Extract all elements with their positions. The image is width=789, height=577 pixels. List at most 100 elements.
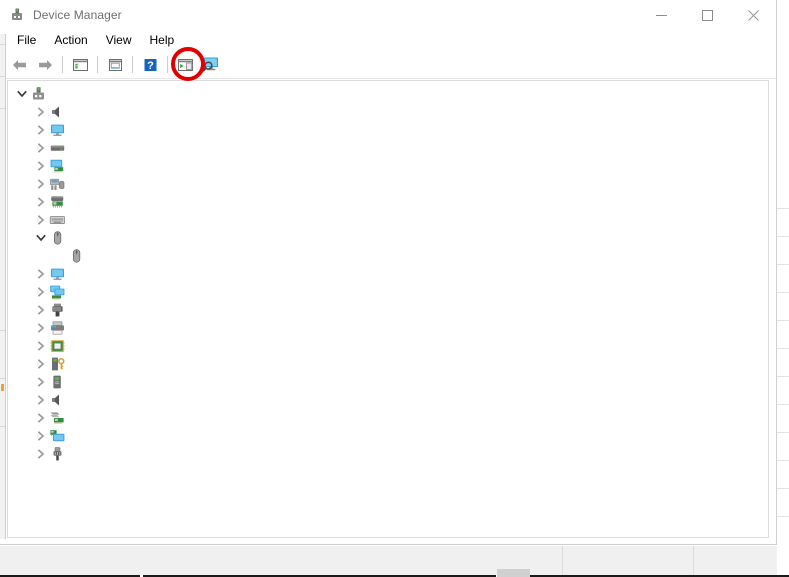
chevron-right-icon[interactable] [33, 212, 49, 228]
speaker-icon [49, 104, 66, 120]
show-hide-tree-button[interactable] [67, 53, 93, 77]
printer-icon [49, 320, 66, 336]
toolbar-separator [132, 56, 133, 73]
tree-item-network-adapters[interactable] [8, 283, 768, 301]
help-question-icon: ? [144, 58, 156, 72]
forward-arrow-icon [38, 59, 52, 70]
toolbar-separator [62, 56, 63, 73]
monitor-icon [49, 122, 66, 138]
background-window-right [776, 0, 789, 545]
chevron-right-icon[interactable] [33, 410, 49, 426]
back-button[interactable] [6, 53, 32, 77]
tree-item-keyboards[interactable] [8, 211, 768, 229]
tree-child-mouse-device[interactable] [8, 247, 768, 265]
tree-item-software-devices[interactable] [8, 373, 768, 391]
status-panel-two [563, 546, 694, 575]
tree-item-storage-controllers[interactable] [8, 409, 768, 427]
chevron-down-icon[interactable] [14, 86, 30, 102]
chevron-right-icon[interactable] [33, 284, 49, 300]
title-bar[interactable]: Device Manager [0, 0, 776, 30]
tree-item-network-card[interactable] [8, 193, 768, 211]
chevron-right-icon[interactable] [33, 266, 49, 282]
tree-item-sound-controllers[interactable] [8, 391, 768, 409]
menu-help[interactable]: Help [141, 31, 184, 50]
tree-item-display-1[interactable] [8, 121, 768, 139]
tree-item-audio[interactable] [8, 103, 768, 121]
window-controls [638, 0, 776, 30]
chevron-down-icon[interactable] [33, 230, 49, 246]
tree-root-computer[interactable] [8, 85, 768, 103]
mouse-icon [49, 230, 66, 246]
menu-bar: File Action View Help [0, 30, 776, 51]
properties-button[interactable] [102, 53, 128, 77]
display-adapter-icon [49, 158, 66, 174]
usb-icon [49, 446, 66, 462]
tree-item-print-queues[interactable] [8, 319, 768, 337]
tree-item-ports[interactable] [8, 301, 768, 319]
mouse-icon [68, 248, 85, 264]
chevron-right-icon[interactable] [33, 158, 49, 174]
tree-item-monitors[interactable] [8, 265, 768, 283]
chevron-right-icon[interactable] [33, 176, 49, 192]
chevron-right-icon[interactable] [33, 194, 49, 210]
chevron-right-icon[interactable] [33, 140, 49, 156]
close-button[interactable] [730, 0, 776, 30]
tree-item-usb-controllers[interactable] [8, 445, 768, 463]
chevron-right-icon[interactable] [33, 446, 49, 462]
status-panel-main [0, 546, 563, 575]
tree-pane-icon [72, 58, 88, 71]
chevron-right-icon[interactable] [33, 320, 49, 336]
tree-item-mice[interactable] [8, 229, 768, 247]
disk-drive-icon [49, 140, 66, 156]
chevron-right-icon[interactable] [33, 374, 49, 390]
tree-item-display-adapters[interactable] [8, 157, 768, 175]
chevron-right-icon[interactable] [33, 302, 49, 318]
chevron-right-icon[interactable] [33, 428, 49, 444]
security-key-icon [49, 356, 66, 372]
status-bar [0, 545, 777, 575]
tree-item-processors[interactable] [8, 337, 768, 355]
storage-controller-icon [49, 410, 66, 426]
menu-action[interactable]: Action [45, 31, 96, 50]
software-device-icon [49, 374, 66, 390]
minimize-button[interactable] [638, 0, 684, 30]
tree-item-disk-drives[interactable] [8, 139, 768, 157]
scan-monitor-icon [202, 57, 218, 72]
menu-file[interactable]: File [8, 31, 45, 50]
chevron-right-icon[interactable] [33, 104, 49, 120]
update-driver-icon [177, 58, 193, 71]
tree-item-hid[interactable] [8, 175, 768, 193]
toolbar-separator [167, 56, 168, 73]
maximize-button[interactable] [684, 0, 730, 30]
chevron-right-icon[interactable] [33, 122, 49, 138]
status-panel-three [694, 546, 777, 575]
hid-devices-icon [49, 176, 66, 192]
chevron-right-icon[interactable] [33, 356, 49, 372]
menu-view[interactable]: View [97, 31, 141, 50]
port-connector-icon [49, 302, 66, 318]
tree-item-security-devices[interactable] [8, 355, 768, 373]
left-sliver-marker [1, 384, 4, 391]
chevron-right-icon[interactable] [33, 338, 49, 354]
help-button[interactable]: ? [137, 53, 163, 77]
computer-icon [30, 86, 47, 102]
device-tree-pane[interactable] [7, 80, 769, 538]
processor-icon [49, 338, 66, 354]
taskbar-thumb [497, 569, 530, 577]
forward-button[interactable] [32, 53, 58, 77]
network-card-icon [49, 194, 66, 210]
speaker-icon [49, 392, 66, 408]
chevron-right-icon[interactable] [33, 392, 49, 408]
device-manager-icon [9, 7, 25, 23]
screen: Device Manager File Action View Help ? [0, 0, 789, 577]
tree-item-system-devices[interactable] [8, 427, 768, 445]
background-window-left [0, 34, 6, 539]
update-driver-button[interactable] [172, 53, 198, 77]
properties-icon [108, 58, 122, 71]
scan-hardware-changes-button[interactable] [198, 53, 224, 77]
window-title: Device Manager [33, 8, 122, 22]
back-arrow-icon [12, 59, 26, 70]
monitor-icon [49, 266, 66, 282]
system-device-icon [49, 428, 66, 444]
svg-text:?: ? [147, 60, 154, 72]
